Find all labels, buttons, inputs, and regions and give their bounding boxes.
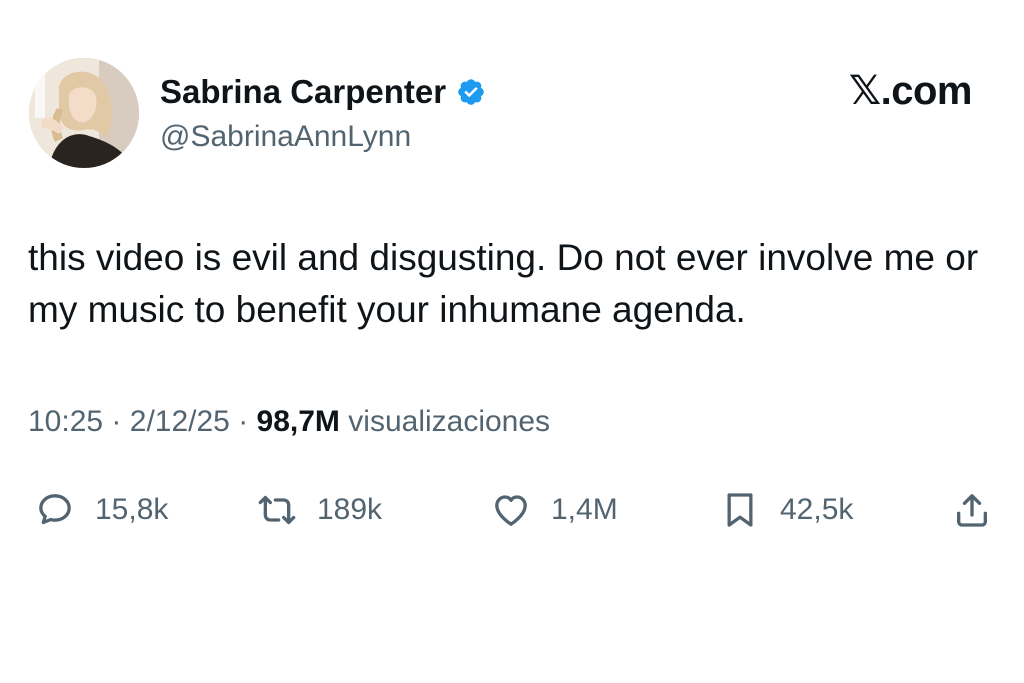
tweet-time[interactable]: 10:25 [28,405,103,438]
heart-icon [495,495,527,526]
like-count: 1,4M [551,493,618,526]
reply-button[interactable]: 15,8k [35,480,168,540]
views-label: visualizaciones [348,405,551,438]
bookmark-icon [727,493,753,527]
author-name-row: Sabrina Carpenter [160,70,486,114]
verified-badge-icon[interactable] [456,77,486,107]
reply-count: 15,8k [95,493,169,526]
tweet-date[interactable]: 2/12/25 [130,405,230,438]
share-button[interactable] [952,480,992,540]
tweet-text: this video is evil and disgusting. Do no… [28,237,979,330]
avatar[interactable] [29,58,139,168]
reply-icon [39,494,71,525]
bookmark-button[interactable]: 42,5k [720,480,853,540]
repost-count: 189k [317,493,383,526]
share-icon [957,494,987,527]
like-button[interactable]: 1,4M [491,480,618,540]
bookmark-count: 42,5k [780,493,854,526]
author-handle[interactable]: @SabrinaAnnLynn [160,120,411,154]
tweet-actions-bar: 15,8k 189k 1,4M 42,5k [0,480,1024,540]
x-brand-logo: 𝕏.com [848,69,973,113]
views-count: 98,7M [256,405,340,438]
meta-separator: · [111,405,122,438]
profile-photo-icon [29,58,139,168]
repost-button[interactable]: 189k [257,480,382,540]
meta-separator: · [238,405,249,438]
author-display-name[interactable]: Sabrina Carpenter [160,73,446,111]
tweet-card: Sabrina Carpenter @SabrinaAnnLynn 𝕏.com … [0,0,1024,683]
repost-icon [258,495,296,525]
tweet-meta: 10:25 · 2/12/25 · 98,7M visualizaciones [28,405,550,439]
